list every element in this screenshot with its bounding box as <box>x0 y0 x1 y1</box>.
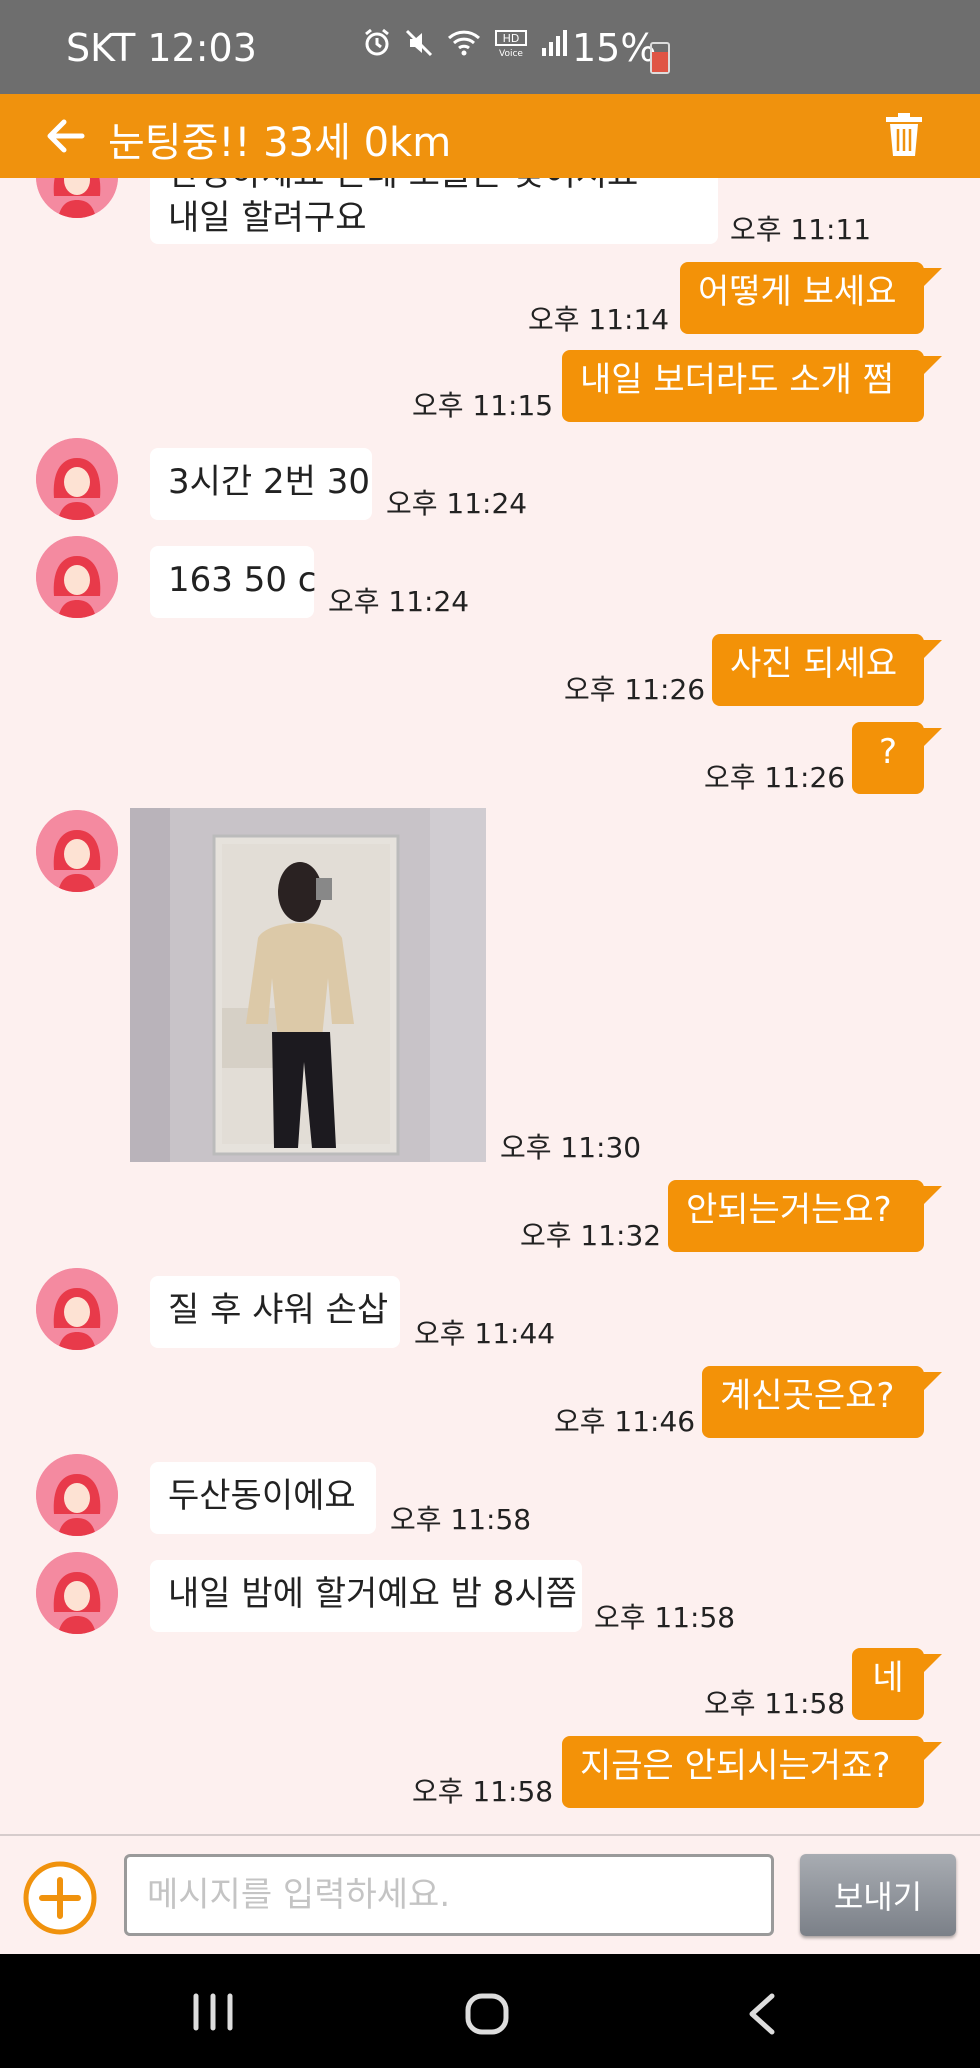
message-time: 오후 11:24 <box>386 487 528 520</box>
message-text-line: 내일 할려구요 <box>168 198 367 238</box>
trash-icon[interactable] <box>884 112 924 158</box>
message-time: 오후 11:58 <box>594 1601 736 1634</box>
message-time: 오후 11:58 <box>412 1775 554 1808</box>
home-icon[interactable] <box>464 1992 510 2038</box>
mute-icon <box>405 29 433 57</box>
message-time: 오후 11:14 <box>528 303 670 336</box>
message-text: 내일 보더라도 소개 쩜 <box>580 360 894 400</box>
plus-circle-icon[interactable] <box>22 1860 98 1936</box>
message-text: 사진 되세요 <box>730 644 898 684</box>
message-text: 163 50 c <box>168 560 317 600</box>
message-bubble-outgoing[interactable]: 지금은 안되시는거죠? <box>562 1736 942 1808</box>
status-bar: SKT 12:03 HD Voice 15% <box>0 0 980 94</box>
svg-text:Voice: Voice <box>499 49 523 58</box>
message-text: 지금은 안되시는거죠? <box>580 1746 891 1786</box>
battery-icon <box>650 42 670 74</box>
message-bubble-outgoing[interactable]: 계신곳은요? <box>702 1366 942 1438</box>
back-arrow-icon[interactable] <box>42 112 90 160</box>
message-bubble-outgoing[interactable]: ? <box>852 722 942 794</box>
message-text-line: 안녕하세요 근데 오늘은 늦어서요 <box>168 178 700 196</box>
message-bubble-outgoing[interactable]: 어떻게 보세요 <box>680 262 942 334</box>
message-time: 오후 11:24 <box>328 585 470 618</box>
message-bubble-outgoing[interactable]: 사진 되세요 <box>712 634 942 706</box>
message-bubble-incoming[interactable]: 질 후 샤워 손삽 <box>150 1276 400 1348</box>
back-icon[interactable] <box>744 1992 780 2036</box>
message-text: 내일 밤에 할거예요 밤 8시쯤 <box>168 1574 577 1614</box>
send-button[interactable]: 보내기 <box>800 1854 956 1936</box>
message-time: 오후 11:32 <box>520 1219 662 1252</box>
alarm-icon <box>365 28 389 56</box>
message-time: 오후 11:46 <box>554 1405 696 1438</box>
battery-percent: 15% <box>572 26 657 70</box>
signal-icon <box>542 30 567 56</box>
wifi-icon <box>447 30 481 56</box>
chat-header: 눈팅중!! 33세 0km <box>0 94 980 178</box>
message-text: 네 <box>872 1658 904 1698</box>
avatar[interactable] <box>36 1268 118 1350</box>
avatar[interactable] <box>36 1552 118 1634</box>
message-text: ? <box>878 732 898 772</box>
message-time: 오후 11:58 <box>704 1687 846 1720</box>
message-time: 오후 11:26 <box>704 761 846 794</box>
message-text: 3시간 2번 30 <box>168 462 370 502</box>
recent-apps-icon[interactable] <box>190 1992 236 2032</box>
svg-text:HD: HD <box>503 32 520 45</box>
message-text: 안되는거는요? <box>686 1190 892 1230</box>
system-nav-bar <box>0 1954 980 2068</box>
avatar[interactable] <box>36 536 118 618</box>
message-bubble-incoming[interactable]: 3시간 2번 30 <box>150 448 372 520</box>
message-bubble-incoming[interactable]: 내일 밤에 할거예요 밤 8시쯤 <box>150 1560 582 1632</box>
message-time: 오후 11:58 <box>390 1503 532 1536</box>
message-text: 두산동이에요 <box>168 1476 356 1516</box>
message-text: 질 후 샤워 손삽 <box>168 1290 389 1330</box>
status-carrier-time: SKT 12:03 <box>66 26 257 70</box>
chat-title: 눈팅중!! 33세 0km <box>108 120 452 166</box>
hd-voice-icon: HD Voice <box>495 30 527 58</box>
message-time: 오후 11:11 <box>730 213 872 246</box>
message-input[interactable] <box>124 1854 774 1936</box>
message-input-bar: 보내기 <box>0 1834 980 1956</box>
message-time: 오후 11:26 <box>564 673 706 706</box>
message-text: 계신곳은요? <box>720 1376 895 1416</box>
message-time: 오후 11:44 <box>414 1317 556 1350</box>
message-bubble-incoming[interactable]: 안녕하세요 근데 오늘은 늦어서요 내일 할려구요 <box>150 178 718 244</box>
avatar[interactable] <box>36 438 118 520</box>
message-bubble-outgoing[interactable]: 안되는거는요? <box>668 1180 942 1252</box>
message-bubble-incoming[interactable]: 163 50 c <box>150 546 317 618</box>
message-bubble-outgoing[interactable]: 내일 보더라도 소개 쩜 <box>562 350 942 422</box>
message-time: 오후 11:30 <box>500 1131 642 1164</box>
avatar[interactable] <box>36 1454 118 1536</box>
status-icons: HD Voice <box>362 28 570 58</box>
avatar[interactable] <box>36 178 118 218</box>
message-bubble-outgoing[interactable]: 네 <box>852 1648 942 1720</box>
avatar[interactable] <box>36 810 118 892</box>
chat-messages[interactable]: 안녕하세요 근데 오늘은 늦어서요 내일 할려구요 오후 11:11 오후 11… <box>0 178 980 1834</box>
message-photo[interactable] <box>130 808 486 1162</box>
message-bubble-incoming[interactable]: 두산동이에요 <box>150 1462 376 1534</box>
message-text: 어떻게 보세요 <box>698 272 897 312</box>
message-time: 오후 11:15 <box>412 389 554 422</box>
